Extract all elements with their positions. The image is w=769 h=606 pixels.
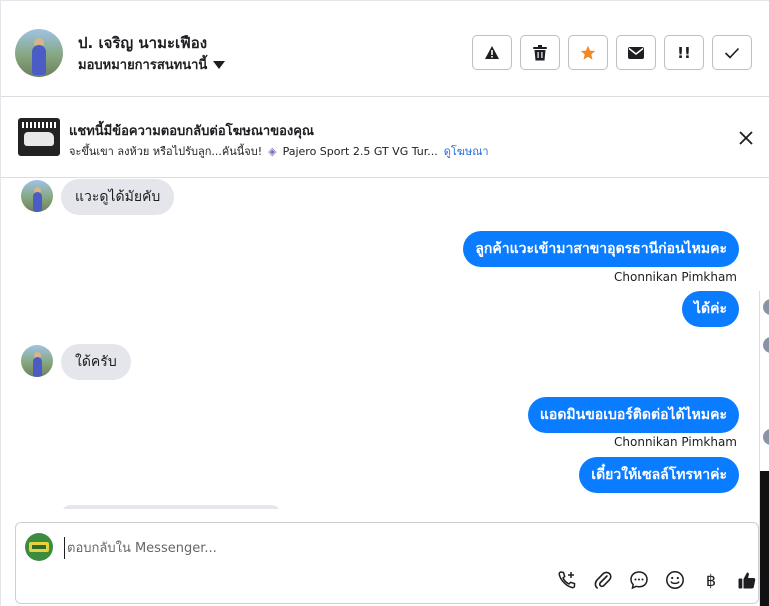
reply-composer: ฿ [15, 522, 759, 604]
ad-reply-banner: แชทนี้มีข้อความตอบกลับต่อโฆษณาของคุณ จะข… [1, 98, 769, 178]
emoji-icon[interactable] [664, 569, 686, 591]
outgoing-message[interactable]: เดี๋ยวให้เซลล์โทรหาค่ะ [579, 457, 739, 493]
outgoing-message[interactable]: แอดมินขอเบอร์ติดต่อได้ไหมคะ [527, 397, 739, 433]
mail-button[interactable] [616, 35, 656, 70]
thumbs-up-icon[interactable] [736, 569, 758, 591]
envelope-icon [628, 46, 644, 59]
trash-icon [533, 44, 547, 60]
outgoing-message[interactable]: ลูกค้าแวะเข้ามาสาขาอุดรธานีก่อนไหมคะ [463, 231, 739, 267]
delete-button[interactable] [520, 35, 560, 70]
ad-car-title: Pajero Sport 2.5 GT VG Tur... [282, 144, 438, 158]
page-avatar [25, 533, 53, 561]
contact-avatar[interactable] [15, 29, 63, 77]
contact-avatar-small[interactable] [21, 180, 53, 212]
assign-conversation-dropdown[interactable]: มอบหมายการสนทนานี้ [78, 54, 226, 75]
call-add-icon[interactable] [556, 569, 578, 591]
caret-down-icon [213, 60, 226, 69]
car-emoji-icon: ◈ [268, 144, 277, 158]
saved-reply-icon[interactable] [628, 569, 650, 591]
attachment-icon[interactable] [592, 569, 614, 591]
warning-button[interactable] [472, 35, 512, 70]
view-ad-link[interactable]: ดูโฆษณา [444, 142, 489, 160]
done-button[interactable] [712, 35, 752, 70]
side-panel-edge [759, 291, 769, 606]
ad-thumbnail[interactable] [18, 118, 60, 156]
reply-input[interactable] [64, 537, 664, 559]
ad-banner-details: จะขึ้นเขา ลงห้วย หรือไปรับลูก...คันนี้จบ… [69, 142, 489, 160]
star-icon [580, 45, 596, 60]
outgoing-message[interactable]: ได้ค่ะ [681, 291, 739, 327]
assign-label: มอบหมายการสนทนานี้ [78, 58, 208, 73]
message-thread: แวะดูได้มัยคับ ลูกค้าแวะเข้ามาสาขาอุดรธา… [1, 179, 759, 509]
conversation-header: ป. เจริญ นามะเฟือง มอบหมายการสนทนานี้ !! [1, 1, 769, 97]
check-icon [724, 47, 740, 59]
side-avatar [763, 429, 769, 445]
message-sender: Chonnikan Pimkham [614, 270, 737, 284]
warning-icon [485, 46, 499, 59]
star-button[interactable] [568, 35, 608, 70]
incoming-message-partial [61, 505, 281, 509]
incoming-message[interactable]: ใด้ครับ [61, 344, 131, 380]
composer-tools: ฿ [556, 569, 758, 591]
ad-snippet: จะขึ้นเขา ลงห้วย หรือไปรับลูก...คันนี้จบ… [69, 145, 263, 158]
conversation-toolbar: !! [472, 35, 752, 70]
contact-name[interactable]: ป. เจริญ นามะเฟือง [78, 31, 207, 55]
follow-up-button[interactable]: !! [664, 35, 704, 70]
payment-baht-icon[interactable]: ฿ [700, 569, 722, 591]
message-sender: Chonnikan Pimkham [614, 435, 737, 449]
side-avatar [763, 299, 769, 315]
contact-avatar-small[interactable] [21, 345, 53, 377]
side-avatar [763, 337, 769, 353]
double-exclamation-icon: !! [677, 43, 691, 62]
conversation-panel: ป. เจริญ นามะเฟือง มอบหมายการสนทนานี้ !!… [0, 0, 769, 606]
ad-banner-title: แชทนี้มีข้อความตอบกลับต่อโฆษณาของคุณ [69, 124, 314, 139]
close-icon[interactable] [736, 128, 756, 148]
incoming-message[interactable]: แวะดูได้มัยคับ [61, 179, 175, 215]
